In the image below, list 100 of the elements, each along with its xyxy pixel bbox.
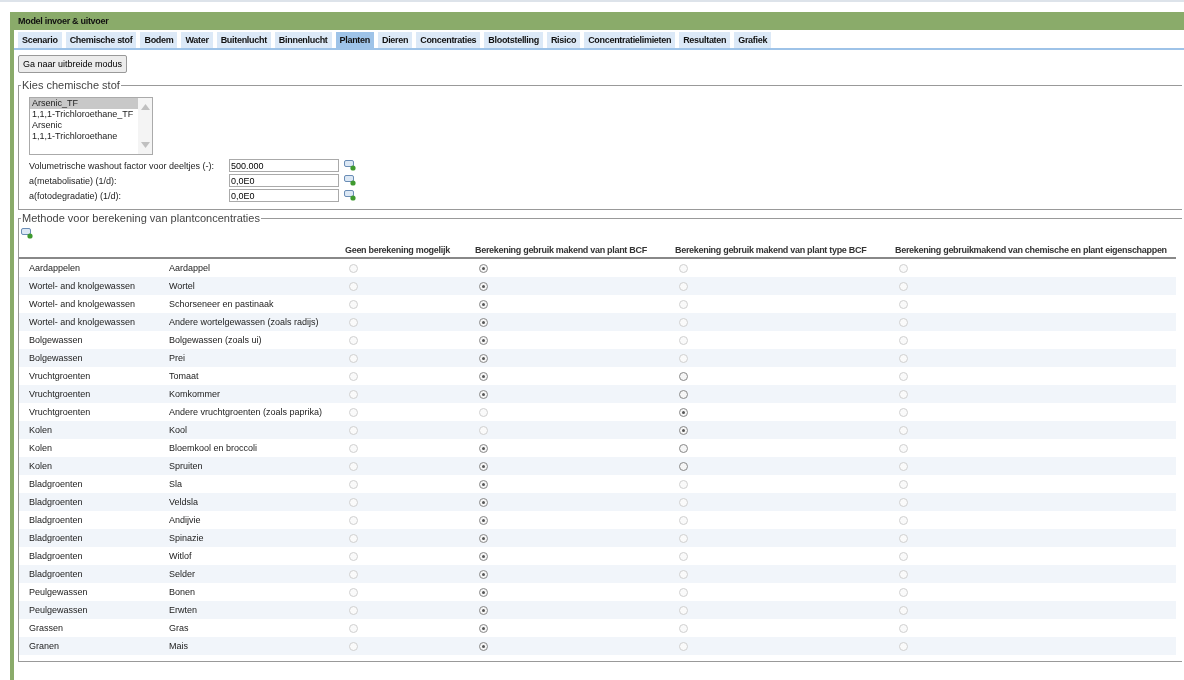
table-cell: Kolen xyxy=(29,443,53,453)
radio-button[interactable] xyxy=(479,444,488,454)
list-option[interactable]: Arsenic_TF xyxy=(30,98,138,109)
radio-button[interactable] xyxy=(479,462,488,472)
table-cell: Vruchtgroenten xyxy=(29,407,91,417)
radio-button[interactable] xyxy=(479,606,488,616)
radio-button[interactable] xyxy=(479,300,488,310)
mode-button[interactable]: Ga naar uitbreide modus xyxy=(18,55,128,73)
tab[interactable]: Dieren xyxy=(377,32,413,48)
radio-button[interactable] xyxy=(479,552,488,562)
table-cell: Bladgroenten xyxy=(29,497,83,507)
radio-button[interactable] xyxy=(479,318,488,328)
input-field[interactable]: 500.000 xyxy=(229,159,339,172)
table-cell: Schorseneer en pastinaak xyxy=(169,299,274,309)
tab[interactable]: Blootstelling xyxy=(484,32,543,48)
table-cell: Granen xyxy=(29,641,60,651)
table-cell: Aardappel xyxy=(169,263,211,273)
table-cell: Sla xyxy=(169,479,182,489)
table-cell: Komkommer xyxy=(169,389,220,399)
column-header: Berekening gebruik makend van plant BCF xyxy=(475,245,647,255)
panel-legend: Kies chemische stof xyxy=(21,79,121,91)
radio-button[interactable] xyxy=(479,516,488,526)
tab[interactable]: Water xyxy=(181,32,213,48)
table-cell: Andijvie xyxy=(169,515,201,525)
table-cell: Bladgroenten xyxy=(29,533,83,543)
table-cell: Spruiten xyxy=(169,461,203,471)
table-cell: Bladgroenten xyxy=(29,515,83,525)
table-cell: Bladgroenten xyxy=(29,551,83,561)
radio-button[interactable] xyxy=(479,570,488,580)
substance-list[interactable]: Arsenic_TF 1,1,1-Trichloroethane_TF Arsenic 1,1,1-Trichloroethane xyxy=(29,97,153,155)
radio-button[interactable] xyxy=(479,282,488,292)
tab[interactable]: Planten xyxy=(335,32,374,48)
table-cell: Grassen xyxy=(29,623,63,633)
field-label: Volumetrische washout factor voor deeltjes (-): xyxy=(29,160,216,171)
tab[interactable]: Buitenlucht xyxy=(216,32,271,48)
list-option[interactable]: 1,1,1-Trichloroethane_TF xyxy=(30,109,138,120)
table-cell: Bladgroenten xyxy=(29,569,83,579)
comment-icon[interactable] xyxy=(344,190,356,201)
radio-button[interactable] xyxy=(679,426,688,436)
radio-button[interactable] xyxy=(479,480,488,490)
table-cell: Bolgewassen xyxy=(29,335,83,345)
radio-button[interactable] xyxy=(479,642,488,652)
radio-button[interactable] xyxy=(679,444,688,454)
table-cell: Bloemkool en broccoli xyxy=(169,443,258,453)
radio-button[interactable] xyxy=(479,534,488,544)
column-header: Berekening gebruikmakend van chemische en plant eigenschappen xyxy=(895,245,1167,255)
table-cell: Gras xyxy=(169,623,189,633)
table-cell: Kolen xyxy=(29,461,53,471)
window-title: Model invoer & uitvoer xyxy=(14,12,1184,30)
radio-button[interactable] xyxy=(479,498,488,508)
radio-button[interactable] xyxy=(479,264,488,274)
input-field[interactable]: 0,0E0 xyxy=(229,189,339,202)
column-header: Berekening gebruik makend van plant type BCF xyxy=(675,245,867,255)
tab[interactable]: Bodem xyxy=(140,32,178,48)
tab[interactable]: Binnenlucht xyxy=(274,32,332,48)
list-option[interactable]: 1,1,1-Trichloroethane xyxy=(30,131,138,142)
radio-button[interactable] xyxy=(479,372,488,382)
column-header: Geen berekening mogelijk xyxy=(345,245,450,255)
radio-button[interactable] xyxy=(679,408,688,418)
scroll-down-icon[interactable] xyxy=(140,142,150,148)
scrollbar[interactable] xyxy=(138,98,152,154)
comment-icon[interactable] xyxy=(344,160,356,171)
tab[interactable]: Resultaten xyxy=(679,32,731,48)
radio-button[interactable] xyxy=(479,336,488,346)
comment-icon[interactable] xyxy=(344,175,356,186)
tab[interactable]: Grafiek xyxy=(734,32,772,48)
table-cell: Wortel- and knolgewassen xyxy=(29,281,135,291)
table-cell: Veldsla xyxy=(169,497,199,507)
table-cell: Bolgewassen (zoals ui) xyxy=(169,335,262,345)
table-cell: Wortel- and knolgewassen xyxy=(29,317,135,327)
list-option[interactable]: Arsenic xyxy=(30,120,138,131)
table-cell: Aardappelen xyxy=(29,263,81,273)
radio-button[interactable] xyxy=(479,624,488,634)
radio-button[interactable] xyxy=(679,462,688,472)
tab[interactable]: Scenario xyxy=(18,32,62,48)
radio-button[interactable] xyxy=(679,390,688,400)
table-cell: Andere wortelgewassen (zoals radijs) xyxy=(169,317,319,327)
table-cell: Bonen xyxy=(169,587,196,597)
table-cell: Wortel xyxy=(169,281,195,291)
table-cell: Witlof xyxy=(169,551,192,561)
tab[interactable]: Chemische stof xyxy=(65,32,137,48)
radio-button[interactable] xyxy=(479,588,488,598)
table-cell: Spinazie xyxy=(169,533,204,543)
table-cell: Peulgewassen xyxy=(29,587,88,597)
table-cell: Vruchtgroenten xyxy=(29,371,91,381)
radio-button[interactable] xyxy=(479,354,488,364)
table-cell: Tomaat xyxy=(169,371,199,381)
comment-icon[interactable] xyxy=(21,228,33,239)
radio-button[interactable] xyxy=(479,390,488,400)
table-cell: Prei xyxy=(169,353,185,363)
tab[interactable]: Risico xyxy=(546,32,581,48)
radio-button[interactable] xyxy=(679,372,688,382)
tab[interactable]: Concentraties xyxy=(416,32,481,48)
scroll-up-icon[interactable] xyxy=(140,104,150,110)
panel-legend: Methode voor berekening van plantconcentraties xyxy=(21,212,261,224)
tab[interactable]: Concentratielimieten xyxy=(584,32,676,48)
field-label: a(metabolisatie) (1/d): xyxy=(29,175,118,186)
input-field[interactable]: 0,0E0 xyxy=(229,174,339,187)
table-cell: Bladgroenten xyxy=(29,479,83,489)
table-cell: Kolen xyxy=(29,425,53,435)
